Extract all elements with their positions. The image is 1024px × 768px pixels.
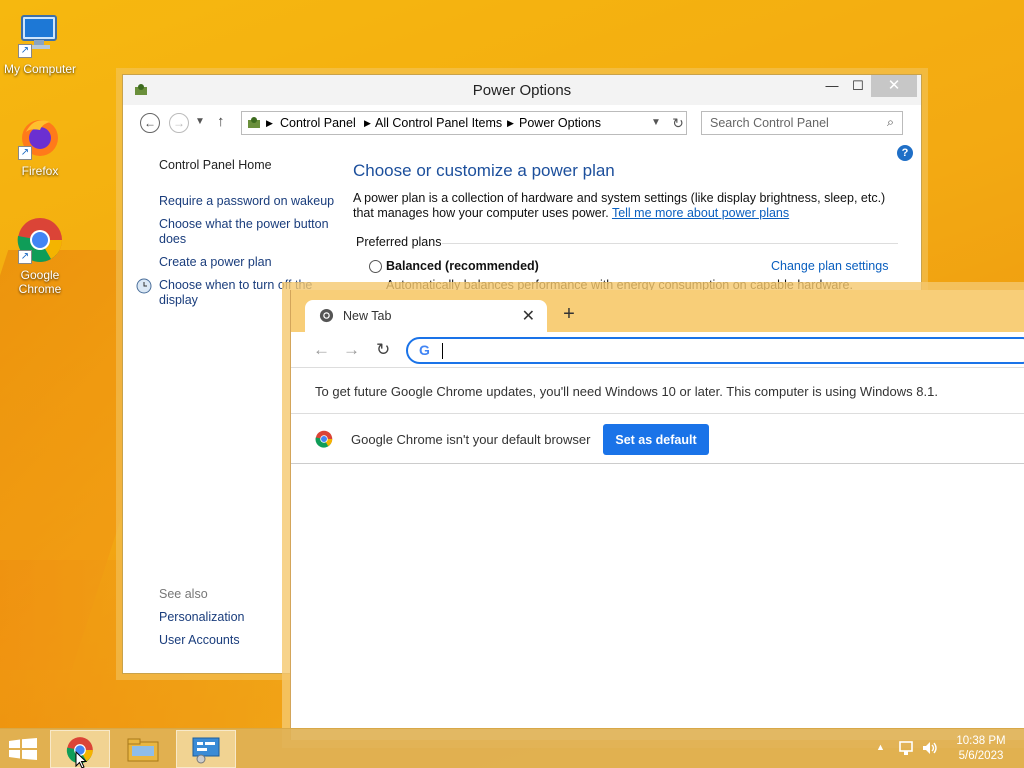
shortcut-arrow-icon: ↗ [18,146,32,160]
control-panel-home-link[interactable]: Control Panel Home [159,158,272,173]
breadcrumb-control-panel[interactable]: Control Panel [280,116,356,130]
up-button[interactable]: ↑ [217,113,225,130]
close-button[interactable]: ✕ [871,75,917,97]
more-info-link[interactable]: Tell me more about power plans [612,206,789,220]
omnibox-input[interactable]: G [406,337,1024,364]
update-notice-text: To get future Google Chrome updates, you… [315,384,938,399]
control-panel-icon [246,115,262,134]
tab-new-tab[interactable]: New Tab ✕ [305,300,547,332]
balanced-radio[interactable] [369,260,382,273]
update-infobar: To get future Google Chrome updates, you… [291,368,1024,414]
desktop-icon-label: My Computer [3,62,77,76]
help-icon[interactable]: ? [897,145,913,161]
close-tab-icon[interactable]: ✕ [522,306,535,326]
back-arrow-icon[interactable]: ← [313,340,330,360]
chrome-icon: ↗ [16,216,64,264]
chrome-window: New Tab ✕ + ← → ↻ G To get future Google… [290,290,1024,740]
clock-icon [136,278,152,298]
breadcrumb-separator-icon: ▶ [266,118,273,128]
system-clock[interactable]: 10:38 PM 5/6/2023 [950,734,1012,764]
clock-time: 10:38 PM [956,735,1006,747]
navigation-bar: ← → ▼ ↑ ▶ Control Panel ▶ All Control Pa… [135,111,909,135]
chrome-toolbar: ← → ↻ G [291,332,1024,368]
tab-title: New Tab [343,309,392,323]
new-tab-button[interactable]: + [559,302,579,326]
volume-icon[interactable] [921,739,939,760]
default-browser-infobar: Google Chrome isn't your default browser… [291,414,1024,464]
desktop-icon-google-chrome[interactable]: ↗ Google Chrome [0,216,80,296]
refresh-icon[interactable]: ↻ [667,112,689,134]
plan-name[interactable]: Balanced (recommended) [386,259,539,273]
windows-start-icon[interactable] [9,738,37,765]
desktop-icon-my-computer[interactable]: ↗ My Computer [0,10,80,76]
page-heading: Choose or customize a power plan [353,161,615,180]
maximize-button[interactable]: ☐ [845,75,871,97]
back-button[interactable]: ← [140,113,160,133]
breadcrumb-separator-icon: ▶ [364,118,371,128]
require-password-link[interactable]: Require a password on wakeup [159,194,334,209]
divider [442,243,898,244]
shortcut-arrow-icon: ↗ [18,44,32,58]
reload-icon[interactable]: ↻ [376,340,390,360]
firefox-icon: ↗ [16,112,64,160]
text-cursor [442,343,443,359]
see-also-label: See also [159,587,208,601]
address-bar[interactable]: ▶ Control Panel ▶ All Control Panel Item… [241,111,687,135]
default-browser-message: Google Chrome isn't your default browser [351,432,591,447]
power-button-link[interactable]: Choose what the power button does [159,217,334,247]
clock-date: 5/6/2023 [958,750,1004,762]
desktop-icon-label: Google Chrome [18,268,62,296]
personalization-link[interactable]: Personalization [159,610,244,625]
search-placeholder: Search Control Panel [710,116,829,130]
window-title: Power Options [472,82,572,99]
search-input[interactable]: Search Control Panel ⌕ [701,111,903,135]
taskbar-file-explorer[interactable] [113,730,173,768]
preferred-plans-section: Preferred plans [356,235,898,249]
change-plan-settings-link[interactable]: Change plan settings [771,259,888,273]
chrome-logo-icon [315,430,333,451]
network-icon[interactable] [897,739,915,760]
breadcrumb-all-items[interactable]: All Control Panel Items [375,116,502,130]
shortcut-arrow-icon: ↗ [18,250,32,264]
main-pane: Choose or customize a power plan A power… [353,161,898,221]
plan-description: A power plan is a collection of hardware… [353,191,898,221]
chrome-tab-icon [319,308,334,328]
taskbar: ▲ 10:38 PM 5/6/2023 [0,728,1024,768]
chevron-down-icon[interactable]: ▼ [651,117,661,128]
forward-button[interactable]: → [169,113,189,133]
tab-strip[interactable]: New Tab ✕ + [291,290,1024,332]
show-hidden-icons-icon[interactable]: ▲ [876,742,885,752]
title-bar[interactable]: Power Options — ☐ ✕ [123,75,921,105]
desktop-icon-firefox[interactable]: ↗ Firefox [0,112,80,178]
control-panel-icon [192,737,220,764]
taskbar-chrome[interactable] [50,730,110,768]
set-as-default-button[interactable]: Set as default [603,424,709,455]
google-icon: G [419,342,430,358]
mouse-cursor-icon [75,751,88,768]
desktop-icon-label: Firefox [21,164,59,178]
search-icon: ⌕ [886,115,894,129]
breadcrumb-power-options[interactable]: Power Options [519,116,601,130]
computer-icon: ↗ [16,10,64,58]
folder-icon [127,738,159,762]
taskbar-control-panel[interactable] [176,730,236,768]
user-accounts-link[interactable]: User Accounts [159,633,240,648]
minimize-button[interactable]: — [819,75,845,97]
create-plan-link[interactable]: Create a power plan [159,255,272,270]
recent-pages-icon[interactable]: ▼ [195,116,205,127]
breadcrumb-separator-icon: ▶ [507,118,514,128]
preferred-plans-label: Preferred plans [356,235,442,249]
forward-arrow-icon[interactable]: → [343,340,360,360]
